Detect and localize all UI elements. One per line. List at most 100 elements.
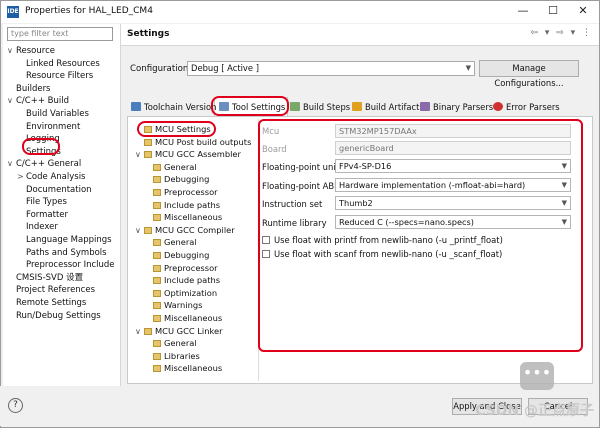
close-button[interactable]: ✕ [571, 3, 595, 19]
tool-tree-item[interactable]: Preprocessor [153, 186, 218, 198]
sidebar-item-label: Paths and Symbols [26, 247, 107, 258]
sidebar-item[interactable]: Indexer [17, 221, 58, 233]
sidebar-item-label: Build Variables [26, 109, 89, 119]
instruction-set-select[interactable]: Thumb2 ▼ [335, 196, 571, 210]
sidebar-item[interactable]: Logging [17, 133, 60, 145]
page-title: Settings [127, 29, 170, 39]
tool-tree-item[interactable]: Preprocessor [153, 262, 218, 274]
tool-tree-item[interactable]: General [153, 236, 197, 248]
chevron-icon[interactable]: ∨ [135, 149, 144, 161]
sidebar-item[interactable]: Documentation [17, 184, 92, 196]
sidebar-item[interactable]: Resource Filters [17, 70, 93, 82]
chevron-icon[interactable]: ∨ [135, 225, 144, 237]
sidebar-item-label: Code Analysis [26, 172, 86, 182]
tool-tree-item-label: General [164, 237, 197, 248]
tab-build-artifact[interactable]: Build Artifact [352, 100, 419, 114]
sidebar-item[interactable]: Environment [17, 121, 80, 133]
tool-tree-item[interactable]: Warnings [153, 299, 202, 311]
history-nav-icon[interactable]: ⇦ ▾ ⇨ ▾ ⋮ [530, 28, 593, 38]
tool-tree-item[interactable]: General [153, 337, 197, 349]
tool-tree-item-label: Preprocessor [164, 262, 218, 273]
settings-page-icon [144, 126, 152, 133]
float-abi-select[interactable]: Hardware implementation (-mfloat-abi=har… [335, 178, 571, 192]
sidebar-item[interactable]: Builders [7, 83, 51, 95]
fpu-select[interactable]: FPv4-SP-D16 ▼ [335, 159, 571, 173]
sidebar-item[interactable]: Linked Resources [17, 58, 100, 70]
tool-tree-item-label: MCU GCC Linker [155, 325, 223, 336]
float-abi-value: Hardware implementation (-mfloat-abi=har… [339, 180, 526, 190]
sidebar-item-label: Language Mappings [26, 235, 112, 245]
scanf-float-checkbox[interactable] [262, 250, 270, 258]
sidebar-item-label: Run/Debug Settings [16, 310, 101, 321]
manage-configurations-button[interactable]: Manage Configurations... [479, 60, 579, 88]
tool-tree-item[interactable]: Optimization [153, 287, 217, 299]
runtime-library-label: Runtime library [262, 218, 327, 228]
tab-toolchain-version[interactable]: Toolchain Version [131, 100, 216, 114]
help-icon[interactable]: ? [8, 398, 23, 413]
printf-float-checkbox[interactable] [262, 236, 270, 244]
tool-tree-item[interactable]: ∨ MCU GCC Linker [135, 325, 223, 337]
configuration-select[interactable]: Debug [ Active ] ▼ [187, 61, 475, 76]
sidebar-item[interactable]: Preprocessor Include [17, 259, 115, 271]
sidebar-item[interactable]: Paths and Symbols [17, 247, 107, 259]
runtime-library-select[interactable]: Reduced C (--specs=nano.specs) ▼ [335, 215, 571, 229]
sidebar-item[interactable]: > Code Analysis [17, 171, 85, 183]
settings-page-icon [153, 264, 161, 272]
tab-label: Build Artifact [365, 102, 420, 112]
minimize-button[interactable]: — [511, 3, 535, 19]
maximize-button[interactable]: ☐ [541, 3, 565, 19]
filter-input[interactable]: type filter text [7, 27, 113, 41]
tab-error-parsers[interactable]: Error Parsers [493, 100, 560, 114]
tool-tree-item[interactable]: Debugging [153, 173, 209, 185]
tool-tree-item-label: General [164, 338, 197, 349]
tool-tree-item[interactable]: Miscellaneous [153, 211, 222, 223]
tool-tree-item-label: MCU GCC Compiler [155, 224, 235, 235]
tool-tree-item[interactable]: Debugging [153, 249, 209, 261]
sidebar-item[interactable]: Settings [17, 146, 61, 158]
sidebar-item[interactable]: ∨ C/C++ Build [7, 95, 69, 107]
tool-tree-item[interactable]: Include paths [153, 274, 220, 286]
sidebar-item[interactable]: ∨ Resource [7, 45, 55, 57]
tab-build-steps[interactable]: Build Steps [290, 100, 350, 114]
tool-tree-item-label: Preprocessor [164, 187, 218, 197]
sidebar-item-label: Preprocessor Include [26, 260, 115, 271]
tab-label: Toolchain Version [144, 102, 217, 112]
tool-tree-item[interactable]: MCU Post build outputs [135, 136, 251, 148]
window-title: Properties for HAL_LED_CM4 [25, 6, 153, 16]
tab-tool-settings[interactable]: Tool Settings [219, 100, 285, 114]
sidebar-item[interactable]: Remote Settings [7, 297, 86, 309]
sidebar-item[interactable]: Language Mappings [17, 234, 112, 246]
sidebar-item[interactable]: Run/Debug Settings [7, 310, 101, 322]
printf-float-option[interactable]: Use float with printf from newlib-nano (… [262, 235, 503, 245]
sidebar-item[interactable]: Formatter [17, 209, 68, 221]
settings-page-icon [153, 277, 161, 285]
sidebar-item[interactable]: Project References [7, 284, 95, 296]
chevron-icon[interactable]: ∨ [7, 95, 16, 107]
trophy-icon [352, 102, 362, 111]
tool-tree-item[interactable]: ∨ MCU GCC Assembler [135, 148, 241, 160]
sidebar-item-label: C/C++ Build [16, 96, 70, 107]
chevron-icon[interactable]: > [17, 171, 26, 183]
chat-icon[interactable]: ••• [520, 362, 554, 390]
chevron-icon[interactable]: ∨ [7, 158, 16, 170]
sidebar-item[interactable]: CMSIS-SVD 设置 [7, 272, 83, 284]
tool-tree-item[interactable]: Miscellaneous [153, 362, 222, 374]
settings-page-icon [153, 214, 161, 222]
tool-tree-item[interactable]: Libraries [153, 350, 200, 362]
sidebar-item[interactable]: Build Variables [17, 108, 89, 120]
tab-binary-parsers[interactable]: Binary Parsers [420, 100, 493, 114]
tool-tree-item[interactable]: MCU Settings [135, 123, 211, 135]
binary-parsers-icon [420, 102, 430, 111]
chevron-icon[interactable]: ∨ [135, 326, 144, 338]
settings-page-icon [153, 340, 161, 348]
sidebar-item[interactable]: File Types [17, 196, 67, 208]
tool-tree-item[interactable]: ∨ MCU GCC Compiler [135, 224, 235, 236]
sidebar-item[interactable]: ∨ C/C++ General [7, 158, 81, 170]
tool-tree-item[interactable]: Include paths [153, 199, 220, 211]
tool-tree-item[interactable]: General [153, 161, 197, 173]
configuration-value: Debug [ Active ] [191, 63, 259, 73]
mcu-label: Mcu [262, 126, 280, 136]
tool-tree-item[interactable]: Miscellaneous [153, 312, 222, 324]
scanf-float-option[interactable]: Use float with scanf from newlib-nano (-… [262, 249, 502, 259]
chevron-icon[interactable]: ∨ [7, 45, 16, 57]
